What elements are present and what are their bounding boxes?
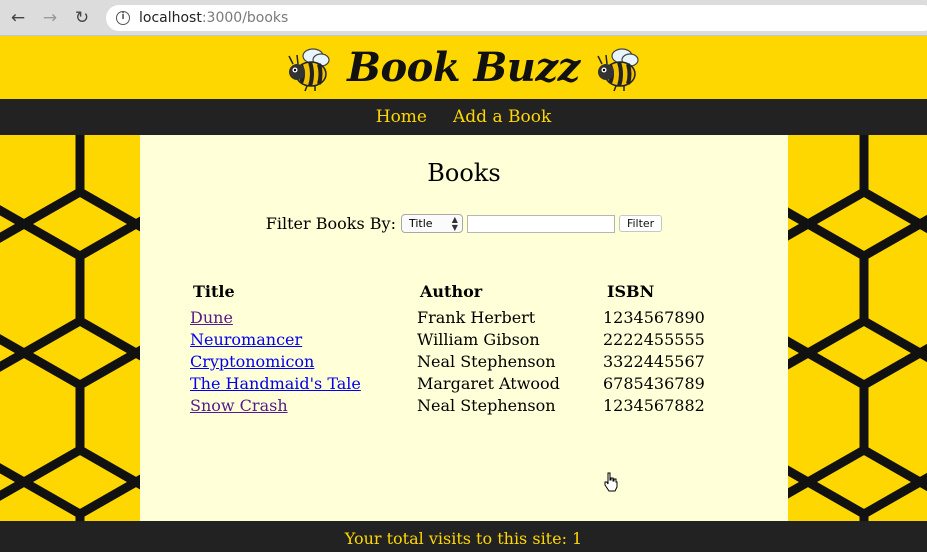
book-isbn: 6785436789 (603, 374, 705, 393)
filter-label: Filter Books By: (265, 214, 396, 233)
brand: Book Buzz (0, 36, 927, 99)
book-title-link[interactable]: The Handmaid's Tale (190, 374, 361, 393)
site-title: Book Buzz (347, 44, 580, 91)
url-host: localhost (139, 10, 202, 26)
page-title: Books (427, 159, 501, 187)
forward-arrow-icon[interactable]: → (40, 8, 60, 28)
book-author: Neal Stephenson (417, 396, 556, 415)
reload-icon[interactable]: ↻ (72, 8, 92, 28)
hand-cursor-icon (604, 472, 618, 492)
filter-form: Filter Books By: Title ▲ ▼ Filter (140, 214, 788, 233)
bee-icon (288, 47, 330, 91)
book-title-link[interactable]: Neuromancer (190, 330, 302, 349)
filter-input[interactable] (466, 214, 615, 233)
book-isbn: 2222455555 (603, 330, 705, 349)
address-bar[interactable]: i localhost:3000/books (106, 5, 927, 31)
url-path: :3000/books (201, 10, 289, 26)
filter-field-selected: Title (408, 217, 433, 230)
bee-icon (597, 47, 639, 91)
site-footer: Your total visits to this site: 1 (0, 521, 927, 552)
filter-button[interactable]: Filter (618, 215, 663, 232)
nav-home-link[interactable]: Home (376, 107, 427, 127)
book-author: Neal Stephenson (417, 352, 556, 371)
book-isbn: 1234567890 (603, 308, 705, 327)
book-isbn: 3322445567 (603, 352, 705, 371)
back-arrow-icon[interactable]: ← (8, 8, 28, 28)
visit-counter: Your total visits to this site: 1 (344, 529, 583, 548)
info-icon[interactable]: i (116, 11, 130, 25)
main-nav: Home Add a Book (0, 99, 927, 135)
nav-add-book-link[interactable]: Add a Book (453, 107, 551, 127)
column-header-title: Title (193, 282, 235, 301)
book-author: Margaret Atwood (417, 374, 560, 393)
column-header-author: Author (420, 282, 483, 301)
book-author: William Gibson (417, 330, 540, 349)
site-header: Book Buzz (0, 36, 927, 99)
url-text[interactable]: localhost:3000/books (139, 8, 288, 28)
select-arrows-icon: ▲ ▼ (451, 215, 458, 232)
column-header-isbn: ISBN (607, 282, 655, 301)
book-title-link[interactable]: Cryptonomicon (190, 352, 314, 371)
book-title-link[interactable]: Dune (190, 308, 233, 327)
main-content: Books Filter Books By: Title ▲ ▼ Filter T… (140, 135, 788, 521)
book-title-link[interactable]: Snow Crash (190, 396, 288, 415)
browser-toolbar: ← → ↻ i localhost:3000/books (0, 0, 927, 36)
book-author: Frank Herbert (417, 308, 536, 327)
book-isbn: 1234567882 (603, 396, 705, 415)
filter-field-select[interactable]: Title ▲ ▼ (400, 214, 463, 233)
